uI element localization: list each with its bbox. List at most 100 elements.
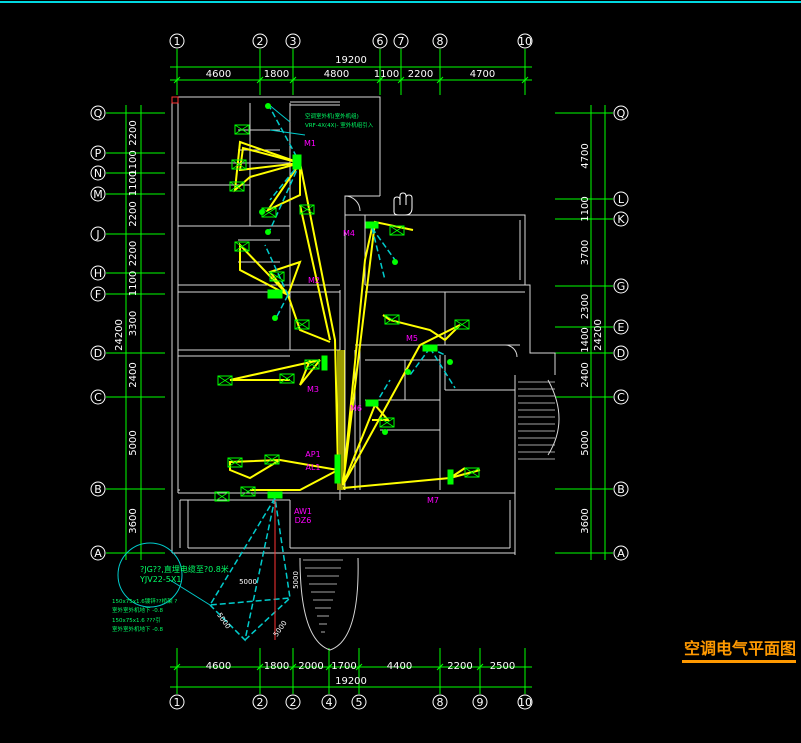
right-axis-0-label: Q bbox=[617, 107, 626, 120]
drawing-canvas: 1 2 3 6 7 8 10192004600 1800 4800 1100 2200 47001 2 2… bbox=[0, 1, 801, 710]
outlet-dot-4 bbox=[392, 259, 398, 265]
bottom-dim-0: 4600 bbox=[206, 661, 231, 672]
bottom-dim-2: 2000 bbox=[298, 661, 323, 672]
left-dim-6: 3300 bbox=[128, 311, 139, 336]
entrance-stair-outline bbox=[299, 557, 359, 651]
right-axis-8-label: A bbox=[617, 547, 625, 560]
panel-label-0: M1 bbox=[304, 139, 316, 148]
left-axis-0-label: Q bbox=[94, 107, 103, 120]
right-dim-7: 3600 bbox=[580, 508, 591, 533]
right-dim-5: 2400 bbox=[580, 362, 591, 387]
signal-wire-11 bbox=[208, 497, 291, 606]
right-axis-5-label: D bbox=[617, 347, 625, 360]
panel-box-0 bbox=[292, 154, 302, 170]
outlet-dot-1 bbox=[259, 209, 265, 215]
annotation-3: YJV22-5X1 bbox=[139, 575, 181, 584]
outlet-dot-2 bbox=[265, 229, 271, 235]
annotation-6: 150x75x1.6 ???引 bbox=[112, 616, 161, 624]
outlet-dot-5 bbox=[447, 359, 453, 365]
left-dim-3: 2200 bbox=[128, 201, 139, 226]
signal-wire-7 bbox=[409, 347, 431, 376]
top-dim-1: 1800 bbox=[264, 69, 289, 80]
power-wire-7 bbox=[287, 294, 331, 343]
top-axis-5-label: 8 bbox=[437, 35, 444, 48]
leader-line-2 bbox=[267, 103, 291, 123]
annotation-0: 空调室外机(室外机组) bbox=[305, 112, 359, 120]
wall-0 bbox=[172, 96, 381, 196]
top-axis-3-label: 6 bbox=[377, 35, 384, 48]
wall-layer bbox=[171, 96, 560, 651]
panel-box-5 bbox=[365, 399, 379, 407]
bottom-axis-6-label: 9 bbox=[477, 696, 484, 709]
outlet-dot-0 bbox=[265, 103, 271, 109]
left-axis-2-label: N bbox=[94, 167, 102, 180]
hand-cursor-icon bbox=[393, 192, 413, 216]
panel-box-1 bbox=[267, 289, 283, 299]
panel-label-3: M4 bbox=[343, 229, 355, 238]
corner-marker bbox=[171, 96, 179, 104]
left-axis-9-label: B bbox=[94, 483, 102, 496]
panel-label-6: M7 bbox=[427, 496, 439, 505]
bottom-dim-5: 2200 bbox=[447, 661, 472, 672]
top-dim-3: 1100 bbox=[374, 69, 399, 80]
drawing-title: 空调电气平面图 bbox=[684, 639, 796, 658]
panel-label-2: M3 bbox=[307, 385, 319, 394]
left-dim-7: 2400 bbox=[128, 362, 139, 387]
power-wire-10 bbox=[229, 458, 339, 480]
east-stair-arc bbox=[547, 379, 560, 456]
site-dim-1: 5000 bbox=[292, 571, 300, 589]
left-dim-9: 3600 bbox=[128, 508, 139, 533]
panel-box-8 bbox=[267, 491, 283, 499]
bottom-axis-0-label: 1 bbox=[174, 696, 181, 709]
bottom-total-dim: 19200 bbox=[335, 676, 367, 687]
top-axis-6-label: 10 bbox=[518, 35, 532, 48]
bottom-dim-3: 1700 bbox=[331, 661, 356, 672]
power-wire-11 bbox=[250, 469, 339, 491]
right-axis-1-label: L bbox=[618, 193, 625, 206]
right-dim-0: 4700 bbox=[580, 143, 591, 168]
door-swing-1 bbox=[344, 195, 361, 212]
panel-box-6 bbox=[447, 469, 454, 485]
bottom-axis-5-label: 8 bbox=[437, 696, 444, 709]
annotation-4: 150x75x1.6镀锌??桥架 ? bbox=[112, 597, 177, 605]
top-total-dim: 19200 bbox=[335, 55, 367, 66]
left-dim-0: 2200 bbox=[128, 120, 139, 145]
left-axis-1-label: P bbox=[95, 147, 102, 160]
bottom-dim-4: 4400 bbox=[387, 661, 412, 672]
top-dim-5: 4700 bbox=[470, 69, 495, 80]
signal-wire-5 bbox=[371, 227, 396, 261]
signal-wire-3 bbox=[264, 244, 289, 296]
title-underline bbox=[682, 660, 796, 663]
right-axis-2-label: K bbox=[617, 213, 625, 226]
annotation-1: VRF-4X(4X)- 室外机组引入 bbox=[305, 121, 374, 129]
power-wire-12 bbox=[342, 220, 414, 486]
annotation-2: ?JG??,直埋电缆至?0.8米 bbox=[140, 564, 229, 574]
annotation-7: 室外室外机地下 -0.8 bbox=[112, 625, 163, 633]
leader-line-1 bbox=[269, 129, 306, 136]
power-wire-5 bbox=[239, 242, 289, 296]
bottom-axis-4-label: 5 bbox=[356, 696, 363, 709]
panel-label-5: M6 bbox=[350, 404, 362, 413]
panel-label-4: M5 bbox=[406, 334, 418, 343]
top-axis-0-label: 1 bbox=[174, 35, 181, 48]
left-axis-7-label: D bbox=[94, 347, 102, 360]
site-dim-0: 5000 bbox=[239, 578, 257, 586]
top-dim-4: 2200 bbox=[408, 69, 433, 80]
panel-box-4 bbox=[422, 344, 438, 352]
left-dim-5: 1100 bbox=[128, 271, 139, 296]
panel-box-3 bbox=[365, 221, 379, 229]
box-label-0: AP1 bbox=[305, 450, 320, 459]
left-axis-5-label: H bbox=[94, 267, 102, 280]
right-dim-3: 2300 bbox=[580, 294, 591, 319]
top-axis-1-label: 2 bbox=[257, 35, 264, 48]
site-dim-2: 5000 bbox=[215, 611, 232, 630]
door-swing-2 bbox=[504, 344, 518, 358]
box-label-1: AL1 bbox=[305, 463, 320, 472]
left-axis-8-label: C bbox=[94, 391, 102, 404]
panel-label-1: M2 bbox=[308, 276, 320, 285]
right-dim-2: 3700 bbox=[580, 240, 591, 265]
left-dim-2: 1100 bbox=[128, 171, 139, 196]
left-axis-6-label: F bbox=[95, 288, 101, 301]
panel-box-2 bbox=[321, 355, 328, 371]
bottom-axis-3-label: 4 bbox=[326, 696, 333, 709]
